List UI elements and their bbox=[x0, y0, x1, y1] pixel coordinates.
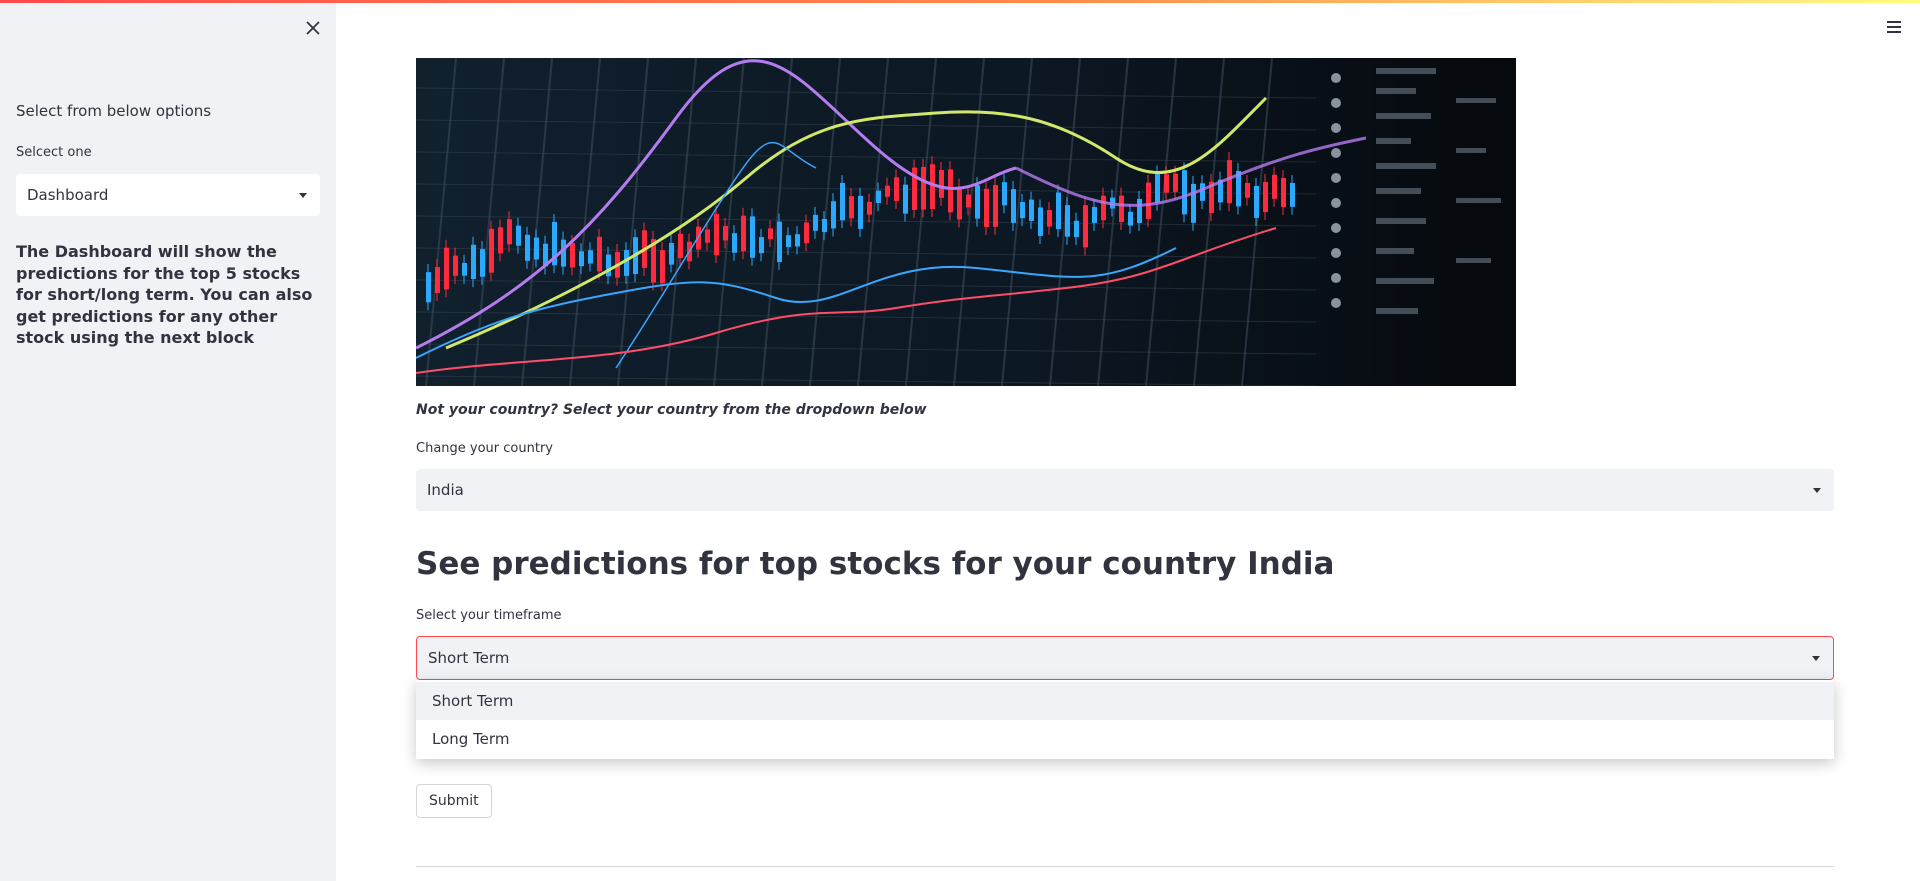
main-menu-button[interactable] bbox=[1884, 18, 1904, 36]
sidebar: Select from below options Selcect one Da… bbox=[0, 0, 336, 881]
sidebar-select-label: Selcect one bbox=[16, 145, 92, 160]
timeframe-option-long-term[interactable]: Long Term bbox=[416, 720, 1834, 758]
chevron-down-icon bbox=[1813, 488, 1821, 493]
timeframe-option-short-term[interactable]: Short Term bbox=[416, 682, 1834, 720]
country-select[interactable]: India bbox=[416, 469, 1834, 511]
country-select-label: Change your country bbox=[416, 441, 553, 456]
chevron-down-icon bbox=[1812, 656, 1820, 661]
submit-button[interactable]: Submit bbox=[416, 784, 492, 818]
close-icon bbox=[306, 21, 320, 35]
sidebar-header: Select from below options bbox=[16, 102, 212, 120]
timeframe-select-label: Select your timeframe bbox=[416, 608, 562, 623]
country-note: Not your country? Select your country fr… bbox=[416, 402, 927, 418]
section-divider bbox=[416, 866, 1834, 867]
country-select-value: India bbox=[427, 481, 464, 499]
sidebar-description: The Dashboard will show the predictions … bbox=[16, 242, 313, 348]
timeframe-dropdown-menu: Short Term Long Term bbox=[416, 680, 1834, 759]
sidebar-page-select[interactable]: Dashboard bbox=[16, 174, 320, 216]
close-sidebar-button[interactable] bbox=[301, 16, 325, 40]
timeframe-select-value: Short Term bbox=[428, 649, 510, 667]
timeframe-select[interactable]: Short Term bbox=[416, 636, 1834, 680]
stock-chart-banner bbox=[416, 58, 1516, 386]
page-heading: See predictions for top stocks for your … bbox=[416, 546, 1335, 582]
hamburger-menu-icon bbox=[1887, 21, 1901, 23]
top-decoration-bar bbox=[0, 0, 1920, 3]
sidebar-select-value: Dashboard bbox=[27, 186, 109, 204]
stock-chart-image bbox=[416, 58, 1516, 386]
chevron-down-icon bbox=[299, 193, 307, 198]
